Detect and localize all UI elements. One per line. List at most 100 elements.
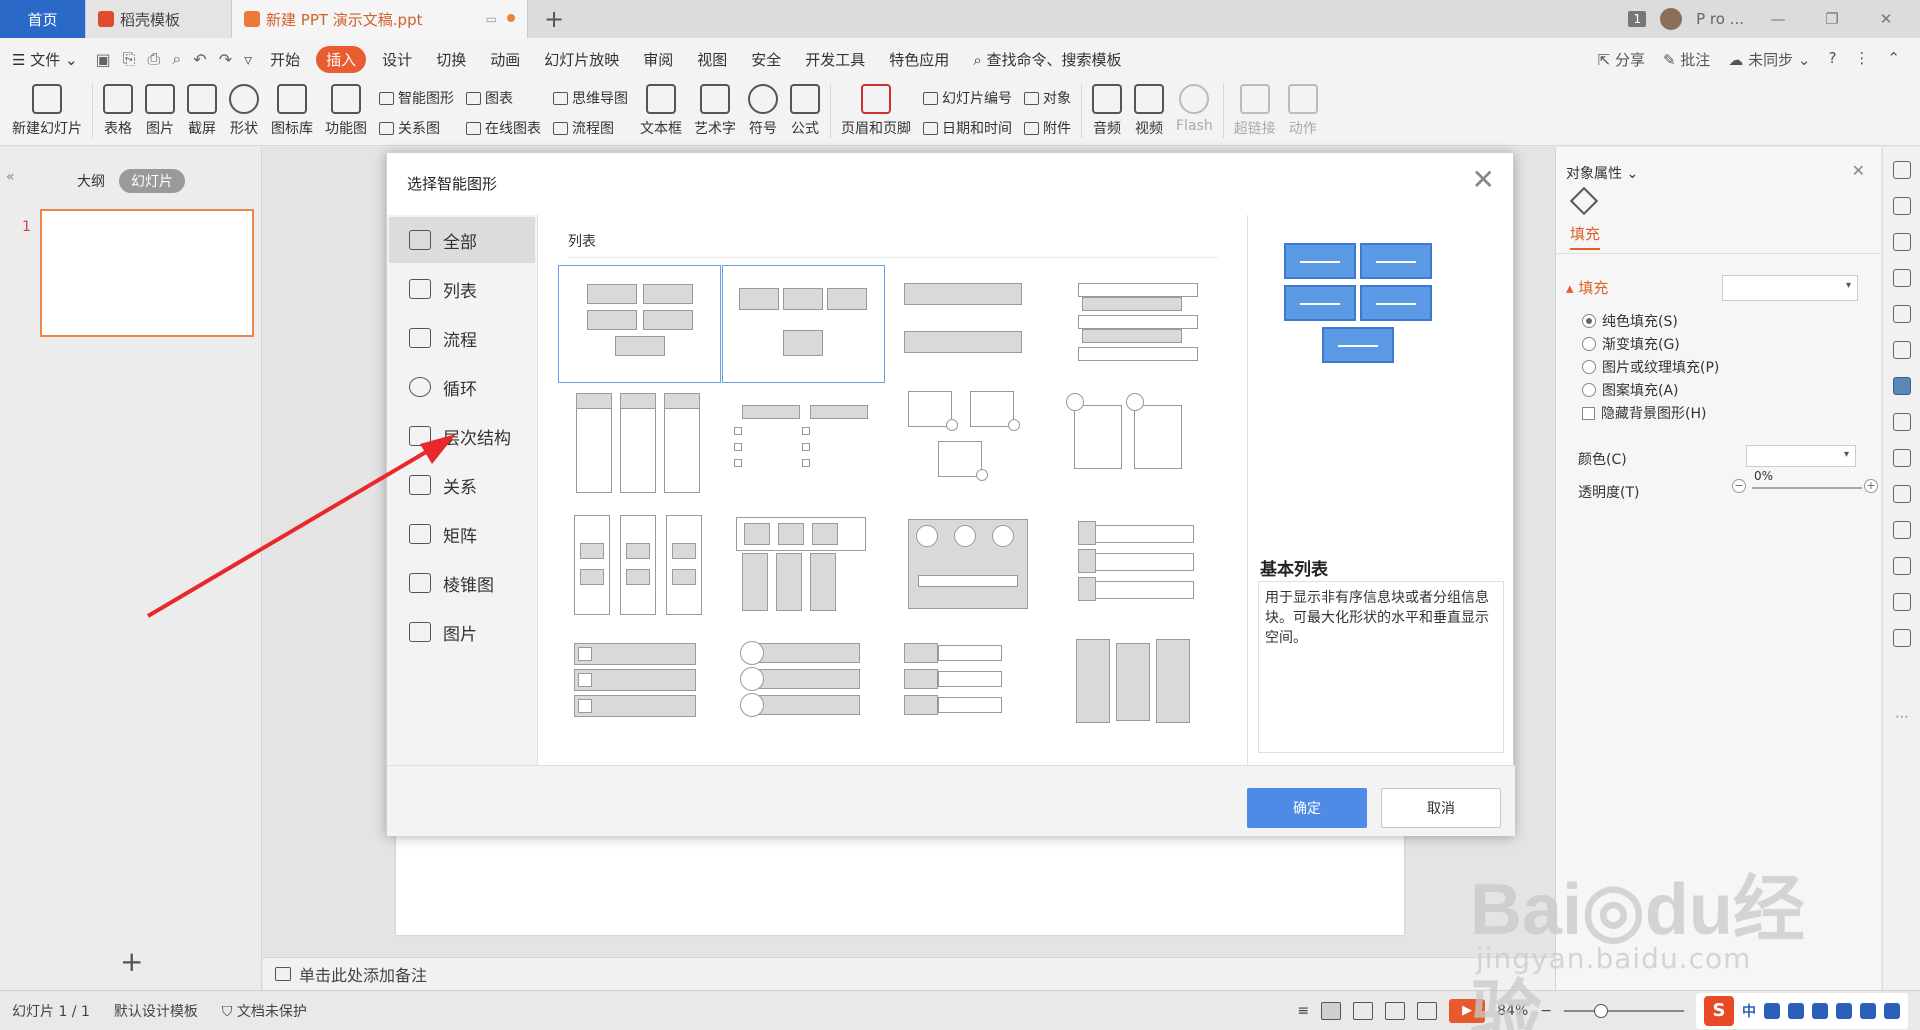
- undo-icon[interactable]: ↶: [187, 50, 212, 69]
- category-hierarchy[interactable]: 层次结构: [389, 413, 535, 459]
- ime-mode[interactable]: 中: [1742, 1001, 1756, 1021]
- menu-start[interactable]: 开始: [258, 49, 312, 70]
- layout-vertical-list[interactable]: [558, 387, 721, 505]
- tab-home[interactable]: 首页: [0, 0, 86, 38]
- menu-insert[interactable]: 插入: [316, 45, 367, 73]
- tab-document[interactable]: 新建 PPT 演示文稿.ppt ▭: [232, 0, 528, 38]
- increase-transparency-button[interactable]: +: [1864, 479, 1878, 493]
- export-icon[interactable]: ⎘: [117, 49, 142, 69]
- menu-design[interactable]: 设计: [370, 49, 424, 70]
- menu-animation[interactable]: 动画: [478, 49, 532, 70]
- new-tab-button[interactable]: +: [528, 0, 580, 38]
- user-name[interactable]: P ro ...: [1696, 10, 1744, 28]
- audio-button[interactable]: 音频: [1086, 84, 1128, 138]
- zoom-knob[interactable]: [1594, 1003, 1608, 1018]
- art-text-button[interactable]: 艺术字: [688, 84, 742, 138]
- zoom-level[interactable]: 84%: [1497, 1003, 1528, 1019]
- slide-thumbnail[interactable]: [40, 209, 254, 337]
- layout-labeled-list[interactable]: [890, 631, 1053, 749]
- layout-list-2[interactable]: [722, 265, 885, 383]
- decrease-transparency-button[interactable]: −: [1732, 479, 1746, 493]
- header-footer-button[interactable]: 页眉和页脚: [835, 84, 917, 138]
- tab-fill[interactable]: 填充: [1570, 223, 1601, 250]
- slide-number-button[interactable]: 幻灯片编号: [923, 88, 1012, 108]
- tab-outline[interactable]: 大纲: [77, 171, 105, 191]
- skin-icon[interactable]: [1860, 1002, 1876, 1019]
- archive-icon[interactable]: [1893, 485, 1911, 503]
- category-picture[interactable]: 图片: [389, 609, 535, 655]
- menu-transition[interactable]: 切换: [424, 49, 478, 70]
- smart-art-button[interactable]: 智能图形: [379, 88, 454, 108]
- collapse-ribbon-icon[interactable]: ⌃: [1887, 49, 1900, 70]
- category-relationship[interactable]: 关系: [389, 462, 535, 508]
- panel-title[interactable]: 对象属性 ⌄: [1566, 163, 1638, 183]
- layout-trapezoid-list[interactable]: [1058, 631, 1221, 749]
- print-preview-icon[interactable]: ⌕: [166, 49, 187, 69]
- play-slideshow-button[interactable]: ▶: [1449, 998, 1486, 1023]
- action-button[interactable]: 动作: [1282, 84, 1324, 138]
- formula-button[interactable]: 公式: [784, 84, 826, 138]
- textbox-button[interactable]: 文本框: [634, 84, 688, 138]
- menu-review[interactable]: 审阅: [631, 49, 685, 70]
- keyboard-icon[interactable]: [1836, 1002, 1852, 1019]
- layout-picture-list[interactable]: [890, 387, 1053, 505]
- reading-view-icon[interactable]: [1385, 1001, 1406, 1020]
- layout-basic-list[interactable]: [558, 265, 721, 383]
- layout-circle-tab-list[interactable]: [1058, 387, 1221, 505]
- more-icon[interactable]: ⋯: [1895, 709, 1909, 725]
- category-pyramid[interactable]: 棱锥图: [389, 560, 535, 606]
- solid-fill-option[interactable]: 纯色填充(S): [1582, 311, 1678, 331]
- zoom-out-icon[interactable]: −: [1540, 1003, 1552, 1019]
- layout-circle-list[interactable]: [722, 631, 885, 749]
- close-icon[interactable]: ✕: [1472, 163, 1495, 196]
- transparency-slider[interactable]: [1752, 487, 1862, 489]
- image-icon[interactable]: [1893, 521, 1911, 539]
- customize-icon[interactable]: ▿: [238, 50, 258, 69]
- category-list-item[interactable]: 列表: [389, 266, 535, 312]
- properties-icon[interactable]: [1893, 377, 1911, 395]
- layout-bullet-list[interactable]: [558, 631, 721, 749]
- shield-icon[interactable]: [1893, 593, 1911, 611]
- gradient-fill-option[interactable]: 渐变填充(G): [1582, 334, 1680, 354]
- layout-list-3[interactable]: [890, 265, 1053, 383]
- avatar[interactable]: [1660, 8, 1683, 30]
- add-slide-icon[interactable]: +: [120, 945, 143, 978]
- function-chart-button[interactable]: 功能图: [319, 84, 373, 138]
- chart-button[interactable]: 图表: [466, 88, 541, 108]
- icon-library-button[interactable]: 图标库: [265, 84, 319, 138]
- color-dropdown[interactable]: ▾: [1746, 445, 1856, 467]
- design-template[interactable]: 默认设计模板: [102, 1001, 210, 1021]
- grid-icon[interactable]: [1893, 305, 1911, 323]
- history-icon[interactable]: [1893, 629, 1911, 647]
- screenshot-button[interactable]: 截屏: [181, 84, 223, 138]
- symbol-button[interactable]: 符号: [742, 84, 784, 138]
- fill-section[interactable]: ▴ 填充: [1566, 277, 1608, 298]
- category-matrix[interactable]: 矩阵: [389, 511, 535, 557]
- command-search[interactable]: ⌕ 查找命令、搜索模板: [961, 49, 1133, 70]
- picture-search-icon[interactable]: [1893, 413, 1911, 431]
- online-chart-button[interactable]: 在线图表: [466, 118, 541, 138]
- normal-view-icon[interactable]: [1321, 1001, 1342, 1020]
- file-menu[interactable]: ☰ 文件 ⌄: [0, 49, 90, 70]
- tab-template[interactable]: 稻壳模板: [86, 0, 232, 38]
- category-all[interactable]: 全部: [389, 217, 535, 263]
- ok-button[interactable]: 确定: [1247, 788, 1367, 828]
- hyperlink-button[interactable]: 超链接: [1228, 84, 1282, 138]
- layers-icon[interactable]: [1893, 197, 1911, 215]
- layout-list-4[interactable]: [1058, 265, 1221, 383]
- punctuation-icon[interactable]: [1764, 1002, 1780, 1019]
- datetime-button[interactable]: 日期和时间: [923, 118, 1012, 138]
- minimize-icon[interactable]: —: [1758, 10, 1798, 28]
- microphone-icon[interactable]: [1812, 1002, 1828, 1019]
- bar-chart-icon[interactable]: [1893, 341, 1911, 359]
- close-icon[interactable]: ✕: [1866, 10, 1906, 28]
- picture-fill-option[interactable]: 图片或纹理填充(P): [1582, 357, 1719, 377]
- hide-background-checkbox[interactable]: 隐藏背景图形(H): [1582, 403, 1706, 423]
- fill-dropdown[interactable]: ▾: [1722, 275, 1858, 301]
- relation-chart-button[interactable]: 关系图: [379, 118, 454, 138]
- protection-status[interactable]: ⛉ 文档未保护: [210, 1001, 319, 1021]
- layout-tab-list[interactable]: [1058, 509, 1221, 627]
- layout-grouped-list[interactable]: [558, 509, 721, 627]
- tab-slides[interactable]: 幻灯片: [119, 169, 185, 193]
- flash-button[interactable]: Flash: [1170, 84, 1219, 134]
